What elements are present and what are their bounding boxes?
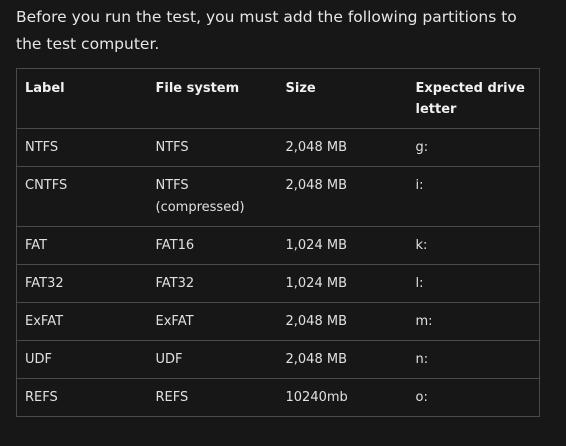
cell-drive-letter: n: (407, 340, 540, 379)
header-file-system: File system (147, 68, 278, 129)
table-row: FAT FAT16 1,024 MB k: (16, 226, 540, 265)
cell-size: 2,048 MB (277, 166, 408, 227)
cell-file-system: ExFAT (147, 302, 278, 341)
cell-label: ExFAT (16, 302, 148, 341)
header-expected-drive-letter: Expected drive letter (407, 68, 540, 129)
cell-label: FAT32 (16, 264, 148, 303)
table-row: NTFS NTFS 2,048 MB g: (16, 128, 540, 167)
table-row: CNTFS NTFS (compressed) 2,048 MB i: (16, 166, 540, 227)
cell-file-system: FAT16 (147, 226, 278, 265)
cell-drive-letter: i: (407, 166, 540, 227)
cell-size: 1,024 MB (277, 226, 408, 265)
table-row: FAT32 FAT32 1,024 MB l: (16, 264, 540, 303)
cell-label: FAT (16, 226, 148, 265)
cell-file-system: REFS (147, 378, 278, 417)
cell-file-system: NTFS (147, 128, 278, 167)
cell-drive-letter: k: (407, 226, 540, 265)
cell-label: REFS (16, 378, 148, 417)
cell-file-system: NTFS (compressed) (147, 166, 278, 227)
cell-drive-letter: o: (407, 378, 540, 417)
partitions-table: Label File system Size Expected drive le… (16, 68, 540, 417)
document-page: Before you run the test, you must add th… (0, 0, 566, 446)
cell-label: UDF (16, 340, 148, 379)
cell-file-system: UDF (147, 340, 278, 379)
cell-size: 10240mb (277, 378, 408, 417)
table-header-row: Label File system Size Expected drive le… (16, 68, 540, 129)
cell-size: 1,024 MB (277, 264, 408, 303)
cell-drive-letter: m: (407, 302, 540, 341)
cell-label: NTFS (16, 128, 148, 167)
cell-size: 2,048 MB (277, 302, 408, 341)
header-label: Label (16, 68, 148, 129)
cell-label: CNTFS (16, 166, 148, 227)
intro-paragraph: Before you run the test, you must add th… (16, 8, 517, 53)
header-size: Size (277, 68, 408, 129)
table-row: UDF UDF 2,048 MB n: (16, 340, 540, 379)
table-row: ExFAT ExFAT 2,048 MB m: (16, 302, 540, 341)
cell-size: 2,048 MB (277, 340, 408, 379)
cell-size: 2,048 MB (277, 128, 408, 167)
cell-drive-letter: l: (407, 264, 540, 303)
cell-file-system: FAT32 (147, 264, 278, 303)
table-row: REFS REFS 10240mb o: (16, 378, 540, 417)
cell-drive-letter: g: (407, 128, 540, 167)
